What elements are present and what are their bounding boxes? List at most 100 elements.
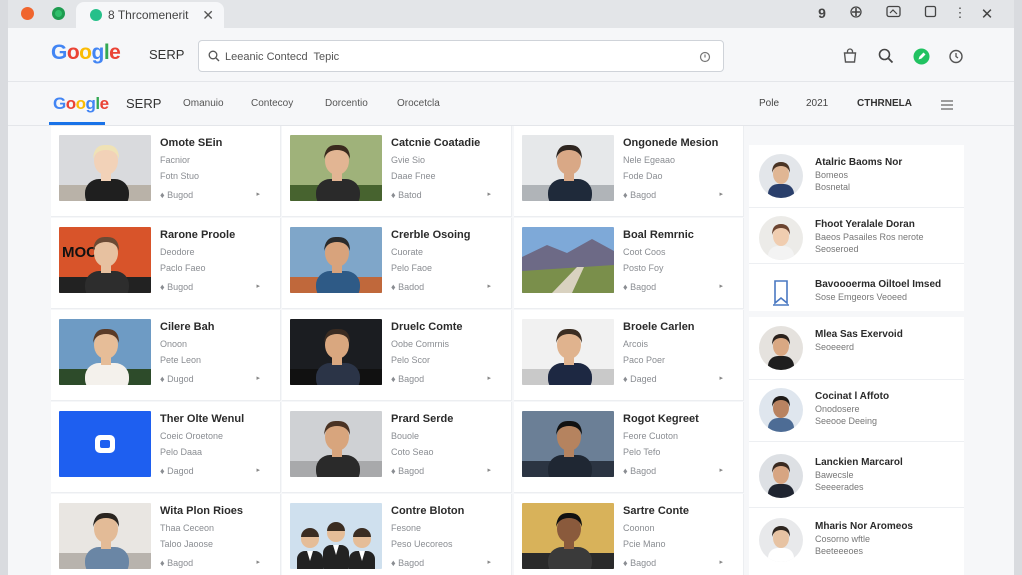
more-options-icon[interactable]: ⋮ [951, 5, 969, 21]
expand-arrow-icon[interactable]: ▸ [256, 374, 260, 382]
result-card[interactable]: Wita Plon Rioes Thaa Ceceon Taloo Jaoose… [51, 494, 281, 575]
toolbar-counter[interactable]: 9 [813, 5, 831, 21]
google-logo-small[interactable]: Google [53, 94, 109, 114]
sidebar-person-name[interactable]: Lanckien Marcarol [815, 457, 903, 468]
sidebar-person-name[interactable]: Atalric Baoms Nor [815, 157, 902, 168]
sidebar-person[interactable]: Bavoooerma Oiltoel Imsed Sose Emgeors Ve… [749, 263, 964, 325]
result-thumbnail[interactable] [522, 135, 614, 201]
result-title[interactable]: Rogot Kegreet [623, 413, 699, 425]
avatar[interactable] [759, 518, 803, 562]
nav-right-channel[interactable]: CTHRNELA [857, 98, 912, 109]
result-title[interactable]: Prard Serde [391, 413, 453, 425]
restore-window-icon[interactable] [921, 5, 939, 18]
tab-close-icon[interactable]: ✕ [202, 7, 214, 24]
result-card[interactable]: Crerble Osoing Cuorate Pelo Faoe ♦ Badod… [282, 218, 512, 309]
hamburger-menu-icon[interactable] [941, 97, 953, 115]
result-title[interactable]: Broele Carlen [623, 321, 695, 333]
result-card[interactable]: Boal Remrnic Coot Coos Posto Foy ♦ Bagod… [514, 218, 744, 309]
result-title[interactable]: Cilere Bah [160, 321, 214, 333]
sidebar-person-name[interactable]: Cocinat l Affoto [815, 391, 889, 402]
avatar[interactable] [759, 454, 803, 498]
result-thumbnail[interactable] [290, 135, 382, 201]
search-box[interactable] [198, 40, 724, 72]
avatar[interactable] [759, 154, 803, 198]
nav-right-pole[interactable]: Pole [759, 98, 779, 109]
result-thumbnail[interactable] [290, 227, 382, 293]
result-title[interactable]: Druelc Comte [391, 321, 463, 333]
result-title[interactable]: Crerble Osoing [391, 229, 470, 241]
result-thumbnail[interactable] [290, 319, 382, 385]
result-card[interactable]: Broele Carlen Arcois Paco Poer ♦ Daged ▸ [514, 310, 744, 401]
browser-tab[interactable]: 8 Thrcomenerit ✕ [76, 2, 224, 28]
result-title[interactable]: Catcnie Coatadie [391, 137, 480, 149]
result-title[interactable]: Omote SEin [160, 137, 222, 149]
sidebar-person[interactable]: Mlea Sas Exervoid Seoeeerd [749, 317, 964, 379]
result-thumbnail[interactable] [290, 411, 382, 477]
result-card[interactable]: Omote SEin Facnior Fotn Stuo ♦ Bugod ▸ [51, 126, 281, 217]
sidebar-person[interactable]: Cocinat l Affoto Onodosere Seeooe Deeing [749, 379, 964, 441]
result-title[interactable]: Rarone Proole [160, 229, 235, 241]
result-title[interactable]: Boal Remrnic [623, 229, 694, 241]
expand-arrow-icon[interactable]: ▸ [487, 282, 491, 290]
expand-arrow-icon[interactable]: ▸ [719, 558, 723, 566]
avatar[interactable] [759, 326, 803, 370]
result-thumbnail[interactable] [522, 503, 614, 569]
expand-arrow-icon[interactable]: ▸ [487, 558, 491, 566]
bookmark-icon[interactable] [759, 271, 803, 315]
serp-tab[interactable]: SERP [126, 96, 161, 111]
result-card[interactable]: Druelc Comte Oobe Comrnis Pelo Scor ♦ Ba… [282, 310, 512, 401]
shopping-bag-icon[interactable] [841, 47, 859, 65]
sidebar-person-name[interactable]: Mlea Sas Exervoid [815, 329, 903, 340]
result-card[interactable]: Prard Serde Bouole Coto Seao ♦ Bagod ▸ [282, 402, 512, 493]
avatar[interactable] [759, 216, 803, 260]
browser-app-icon[interactable] [52, 7, 65, 20]
compose-icon[interactable] [912, 47, 930, 65]
clock-icon[interactable] [947, 47, 965, 65]
result-card[interactable]: Sartre Conte Coonon Pcie Mano ♦ Bagod ▸ [514, 494, 744, 575]
nav-link-4[interactable]: Orocetcla [397, 98, 440, 109]
avatar[interactable] [759, 388, 803, 432]
clear-search-icon[interactable] [699, 50, 711, 68]
expand-arrow-icon[interactable]: ▸ [256, 190, 260, 198]
expand-arrow-icon[interactable]: ▸ [719, 374, 723, 382]
result-thumbnail[interactable] [290, 503, 382, 569]
result-thumbnail[interactable] [59, 411, 151, 477]
result-thumbnail[interactable] [522, 227, 614, 293]
nav-right-year[interactable]: 2021 [806, 98, 828, 109]
result-thumbnail[interactable] [59, 319, 151, 385]
result-thumbnail[interactable] [59, 503, 151, 569]
sidebar-person[interactable]: Lanckien Marcarol Bawecsle Seeeerades [749, 445, 964, 507]
sidebar-person-name[interactable]: Fhoot Yeralale Doran [815, 219, 915, 230]
google-logo[interactable]: Google [51, 41, 121, 65]
result-card[interactable]: MOCT Rarone Proole Deodore Paclo Faeo ♦ … [51, 218, 281, 309]
result-card[interactable]: Ongonede Mesion Nele Egeaao Fode Dao ♦ B… [514, 126, 744, 217]
expand-arrow-icon[interactable]: ▸ [256, 466, 260, 474]
close-window-button[interactable] [21, 7, 34, 20]
expand-arrow-icon[interactable]: ▸ [487, 190, 491, 198]
result-title[interactable]: Ongonede Mesion [623, 137, 718, 149]
sidebar-person-name[interactable]: Bavoooerma Oiltoel Imsed [815, 279, 941, 290]
expand-arrow-icon[interactable]: ▸ [719, 282, 723, 290]
result-card[interactable]: Ther Olte Wenul Coeic Oroetone Pelo Daaa… [51, 402, 281, 493]
expand-arrow-icon[interactable]: ▸ [487, 466, 491, 474]
expand-arrow-icon[interactable]: ▸ [256, 282, 260, 290]
result-thumbnail[interactable] [522, 411, 614, 477]
expand-arrow-icon[interactable]: ▸ [719, 190, 723, 198]
result-card[interactable]: Catcnie Coatadie Gvie Sio Daae Fnee ♦ Ba… [282, 126, 512, 217]
expand-arrow-icon[interactable]: ▸ [487, 374, 491, 382]
result-card[interactable]: Cilere Bah Onoon Pete Leon ♦ Dugod ▸ [51, 310, 281, 401]
nav-link-1[interactable]: Omanuio [183, 98, 224, 109]
expand-arrow-icon[interactable]: ▸ [256, 558, 260, 566]
result-thumbnail[interactable] [59, 135, 151, 201]
expand-arrow-icon[interactable]: ▸ [719, 466, 723, 474]
result-thumbnail[interactable]: MOCT [59, 227, 151, 293]
screenshot-icon[interactable] [884, 5, 902, 18]
result-card[interactable]: Contre Bloton Fesone Peso Uecoreos ♦ Bag… [282, 494, 512, 575]
sidebar-person[interactable]: Fhoot Yeralale Doran Baeos Pasailes Ros … [749, 207, 964, 269]
nav-link-3[interactable]: Dorcentio [325, 98, 368, 109]
result-title[interactable]: Sartre Conte [623, 505, 689, 517]
sidebar-person[interactable]: Mharis Nor Aromeos Cosorno wftle Beeteee… [749, 509, 964, 571]
result-card[interactable]: Rogot Kegreet Feore Cuoton Pelo Tefo ♦ B… [514, 402, 744, 493]
close-icon[interactable]: ✕ [978, 5, 996, 23]
result-thumbnail[interactable] [522, 319, 614, 385]
